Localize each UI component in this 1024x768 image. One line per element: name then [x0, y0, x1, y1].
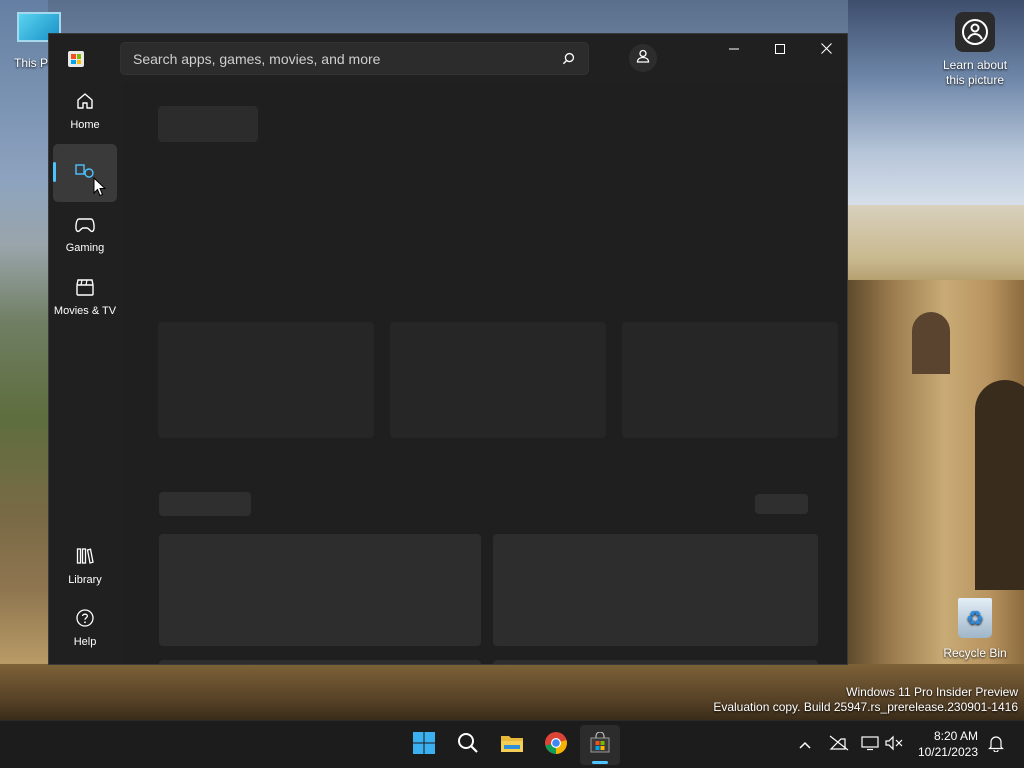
- display-tray-button[interactable]: [858, 733, 882, 757]
- show-hidden-icons-button[interactable]: [793, 733, 817, 757]
- taskbar: 8:20 AM 10/21/2023: [0, 720, 1024, 768]
- title-bar[interactable]: [49, 34, 847, 82]
- chrome-icon: [544, 731, 568, 760]
- library-icon: [75, 546, 95, 569]
- taskbar-clock[interactable]: 8:20 AM 10/21/2023: [912, 728, 978, 760]
- search-input[interactable]: [133, 50, 560, 67]
- chrome-button[interactable]: [536, 725, 576, 765]
- clock-date: 10/21/2023: [917, 745, 978, 759]
- wallpaper-arch-small: [912, 312, 950, 374]
- gamepad-icon: [74, 216, 96, 237]
- account-icon: [636, 49, 650, 68]
- maximize-icon: [775, 41, 785, 59]
- desktop-icon-label: Learn about this picture: [942, 58, 1008, 87]
- nav-label: Movies & TV: [53, 305, 117, 317]
- display-icon: [861, 735, 879, 756]
- watermark-line-1: Windows 11 Pro Insider Preview: [846, 685, 1018, 699]
- skeleton-tile: [159, 660, 481, 664]
- clapperboard-icon: [75, 277, 95, 300]
- volume-muted-icon: [885, 735, 903, 756]
- camera-info-icon: [955, 12, 995, 52]
- main-content: [122, 82, 847, 664]
- search-box[interactable]: [120, 42, 589, 75]
- file-explorer-icon: [500, 732, 524, 759]
- close-button[interactable]: [803, 34, 847, 66]
- skeleton-hero-card: [390, 322, 606, 438]
- desktop-icon-recycle-bin[interactable]: ♻ Recycle Bin: [940, 598, 1010, 660]
- skeleton-page-title: [158, 106, 258, 142]
- microsoft-store-icon: [589, 730, 611, 759]
- wallpaper-town: [848, 205, 1024, 295]
- desktop-icon-learn-about-picture[interactable]: Learn about this picture: [936, 12, 1014, 88]
- help-icon: [75, 608, 95, 631]
- active-app-indicator: [592, 761, 608, 764]
- wallpaper-left: [0, 0, 48, 720]
- store-logo-icon: [68, 51, 84, 67]
- microsoft-store-window: Home Gaming Movies & TV Library Help: [48, 33, 848, 665]
- volume-tray-button[interactable]: [882, 733, 906, 757]
- nav-label: Gaming: [65, 242, 105, 254]
- evaluation-watermark: Windows 11 Pro Insider Preview Evaluatio…: [713, 685, 1018, 715]
- skeleton-section-title: [159, 492, 251, 516]
- nav-label: Help: [73, 636, 97, 648]
- search-icon: [457, 732, 479, 759]
- nav-label: Library: [68, 574, 102, 586]
- wallpaper-arch: [975, 380, 1024, 590]
- active-indicator: [53, 162, 56, 182]
- nav-library[interactable]: Library: [53, 537, 117, 595]
- maximize-button[interactable]: [757, 34, 803, 66]
- clock-time: 8:20 AM: [933, 729, 978, 743]
- chevron-up-icon: [799, 736, 811, 754]
- network-icon: [829, 735, 849, 756]
- start-button[interactable]: [404, 725, 444, 765]
- microsoft-store-button[interactable]: [580, 725, 620, 765]
- notifications-button[interactable]: [984, 733, 1008, 757]
- mouse-pointer-icon: [93, 176, 107, 197]
- desktop-icon-label: Recycle Bin: [943, 646, 1007, 660]
- watermark-line-2: Evaluation copy. Build 25947.rs_prerelea…: [713, 700, 1018, 714]
- skeleton-tile: [159, 534, 481, 646]
- nav-home[interactable]: Home: [53, 82, 117, 140]
- nav-apps[interactable]: [53, 144, 117, 202]
- nav-label: Home: [70, 119, 100, 131]
- network-tray-button[interactable]: [827, 733, 851, 757]
- minimize-icon: [729, 41, 739, 59]
- close-icon: [820, 41, 832, 59]
- notification-bell-icon: [988, 734, 1004, 757]
- start-icon: [412, 731, 436, 760]
- skeleton-see-all: [755, 494, 808, 514]
- skeleton-tile: [493, 534, 818, 646]
- minimize-button[interactable]: [711, 34, 757, 66]
- home-icon: [75, 91, 95, 114]
- nav-help[interactable]: Help: [53, 599, 117, 657]
- recycle-bin-icon: ♻: [958, 598, 992, 638]
- skeleton-hero-card: [158, 322, 374, 438]
- skeleton-hero-card: [622, 322, 838, 438]
- nav-movies-tv[interactable]: Movies & TV: [53, 268, 117, 326]
- account-button[interactable]: [629, 44, 657, 72]
- search-icon[interactable]: [560, 51, 576, 67]
- taskbar-search-button[interactable]: [448, 725, 488, 765]
- nav-gaming[interactable]: Gaming: [53, 206, 117, 264]
- file-explorer-button[interactable]: [492, 725, 532, 765]
- skeleton-tile: [493, 660, 818, 664]
